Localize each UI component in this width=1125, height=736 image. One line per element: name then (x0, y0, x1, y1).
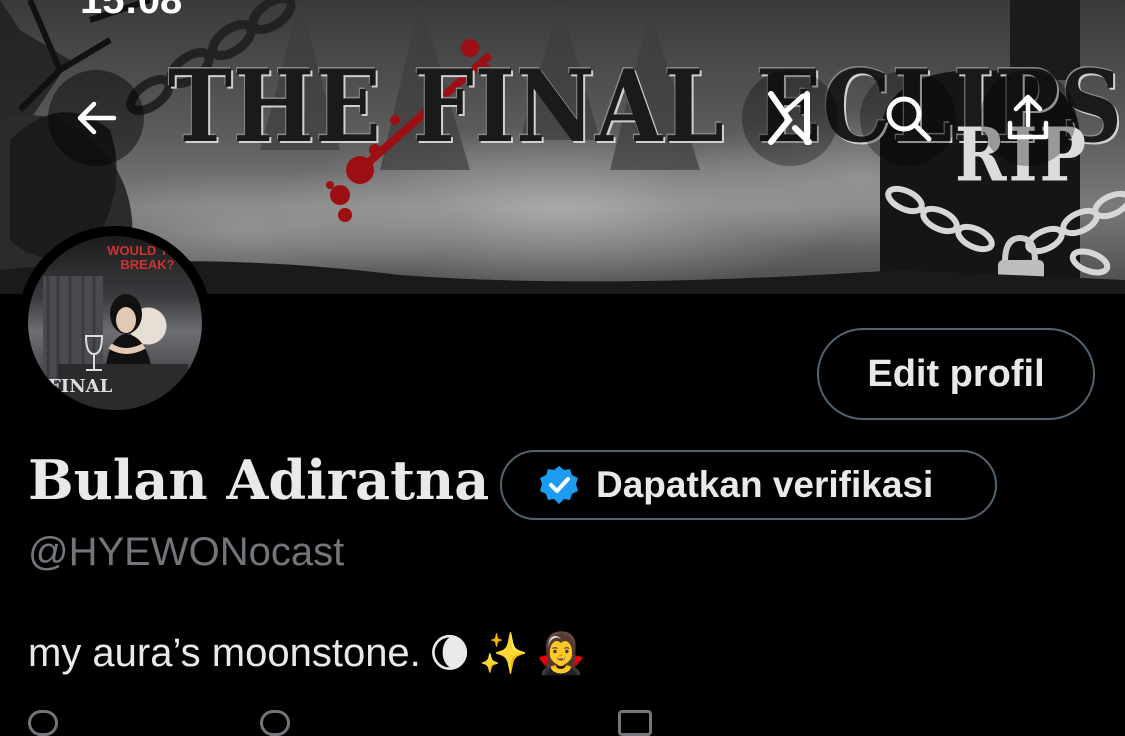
profile-meta-row (28, 706, 1125, 736)
edit-profile-button[interactable]: Edit profil (817, 328, 1095, 420)
display-name: Bulan Adiratna (28, 448, 490, 512)
user-handle: @HYEWONocast (28, 530, 345, 574)
get-verified-label: Dapatkan verifikasi (596, 464, 934, 505)
verified-badge-icon (540, 466, 578, 504)
status-bar-time: 15:08 (80, 0, 183, 22)
bio-text: my aura’s moonstone. (28, 631, 421, 675)
share-button[interactable] (980, 70, 1076, 166)
calendar-icon (618, 710, 652, 736)
location-icon (260, 710, 290, 736)
grok-button[interactable] (742, 70, 838, 166)
share-icon (1007, 94, 1049, 140)
search-icon (886, 96, 932, 142)
moon-emoji-icon: 🌘 (428, 631, 471, 676)
bio: my aura’s moonstone. 🌘 ✨ 🧛‍♀️ (28, 630, 586, 677)
grok-icon (768, 91, 812, 145)
sparkles-emoji-icon: ✨ (478, 632, 529, 676)
avatar[interactable]: WOULD YOU BREAK? FINAL (28, 236, 202, 410)
back-arrow-icon (77, 101, 117, 135)
back-button[interactable] (48, 70, 144, 166)
category-icon (28, 710, 58, 736)
search-button[interactable] (860, 70, 956, 166)
avatar-sticker-text: WOULD YOU BREAK? (107, 243, 188, 273)
get-verified-button[interactable]: Dapatkan verifikasi (500, 450, 997, 520)
vampire-emoji-icon: 🧛‍♀️ (536, 632, 587, 676)
avatar-corner-text: FINAL (48, 376, 113, 397)
